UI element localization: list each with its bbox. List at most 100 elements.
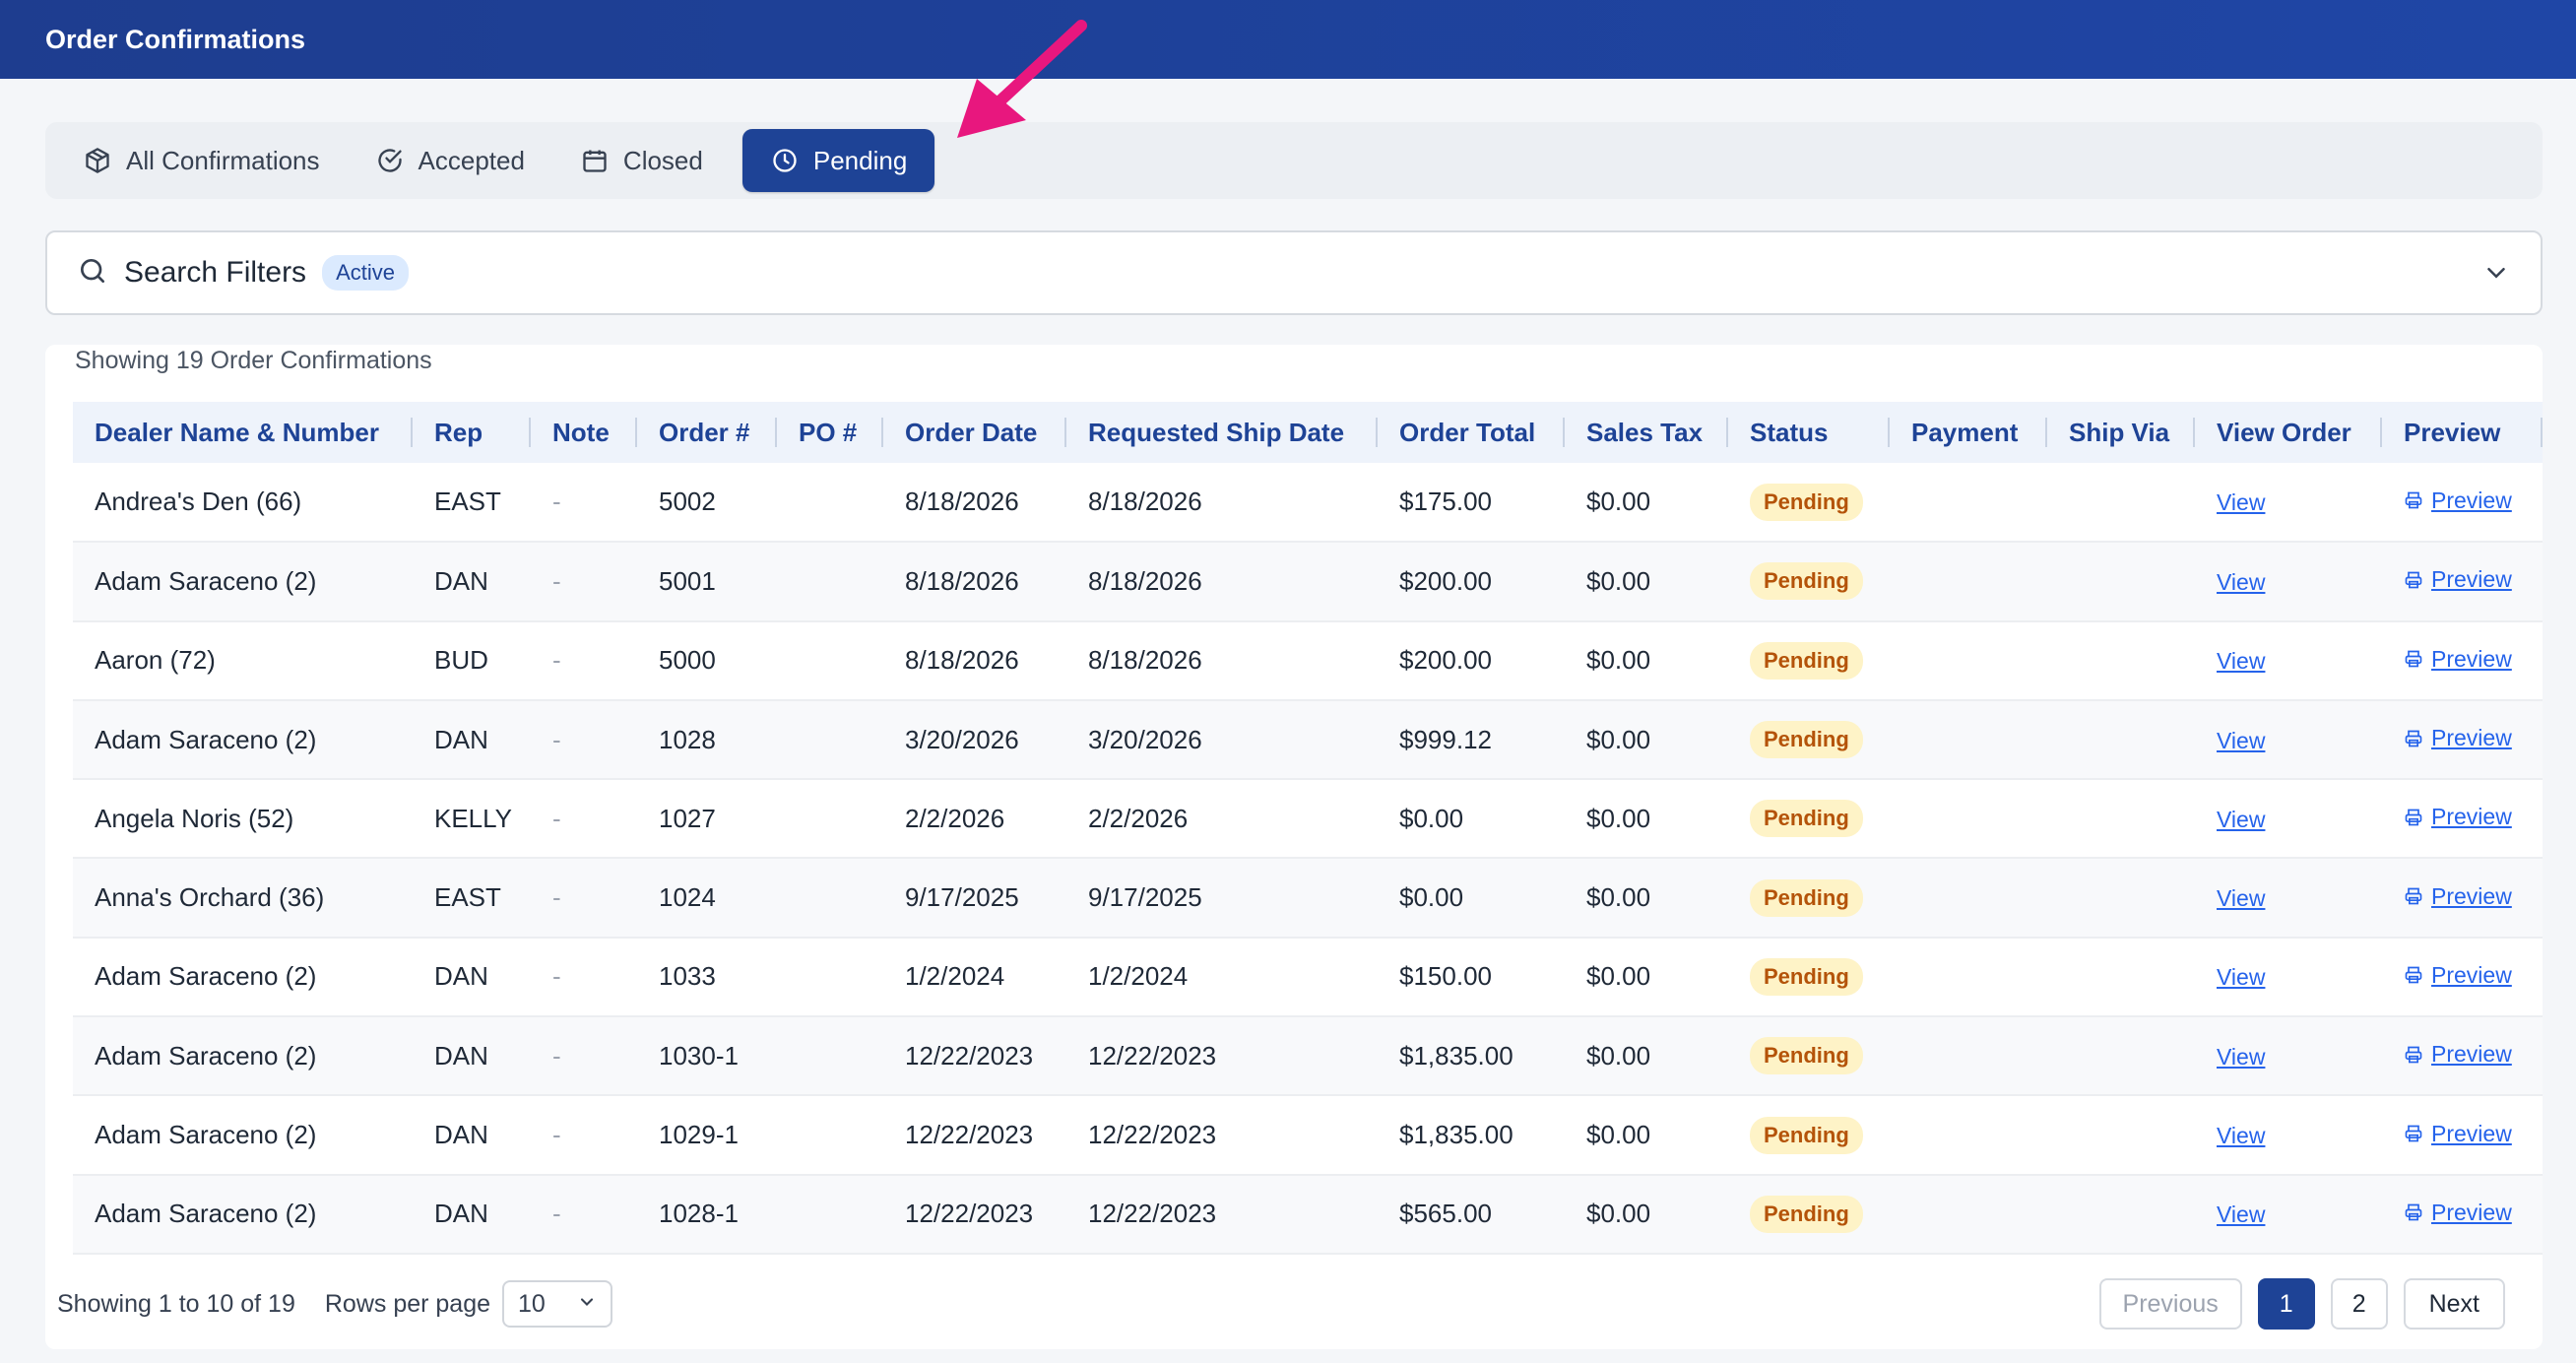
- view-order-link[interactable]: View: [2217, 648, 2265, 674]
- cell-payment: [1890, 463, 2047, 542]
- preview-link[interactable]: Preview: [2404, 646, 2512, 673]
- cell-note: -: [552, 803, 561, 833]
- cell-po: [777, 858, 883, 937]
- cell-rep: DAN: [434, 1040, 488, 1071]
- preview-label: Preview: [2431, 1041, 2512, 1068]
- cell-payment: [1890, 621, 2047, 700]
- preview-link[interactable]: Preview: [2404, 962, 2512, 989]
- cell-order: 5002: [659, 487, 716, 517]
- previous-page-button[interactable]: Previous: [2098, 1278, 2242, 1330]
- status-badge: Pending: [1750, 957, 1863, 996]
- results-card: Showing 19 Order Confirmations Dealer Na…: [45, 345, 2543, 1349]
- preview-link[interactable]: Preview: [2404, 883, 2512, 910]
- cell-order: 1029-1: [659, 1120, 739, 1150]
- filters-title: Search Filters: [124, 256, 307, 289]
- view-order-link[interactable]: View: [2217, 807, 2265, 832]
- page-1-button[interactable]: 1: [2257, 1278, 2315, 1330]
- cell-total: $1,835.00: [1399, 1120, 1513, 1150]
- cell-order: 5000: [659, 645, 716, 676]
- cell-ship-date: 12/22/2023: [1088, 1120, 1217, 1150]
- col-header-ship-via[interactable]: Ship Via: [2047, 402, 2195, 463]
- view-order-link[interactable]: View: [2217, 885, 2265, 911]
- cell-payment: [1890, 1016, 2047, 1095]
- printer-icon: [2405, 571, 2422, 589]
- cell-ship-via: [2047, 542, 2195, 620]
- col-header-sales-tax[interactable]: Sales Tax: [1565, 402, 1728, 463]
- col-header-order-date[interactable]: Order Date: [883, 402, 1066, 463]
- view-order-link[interactable]: View: [2217, 728, 2265, 753]
- col-header-order-total[interactable]: Order Total: [1378, 402, 1565, 463]
- cell-ship-date: 12/22/2023: [1088, 1199, 1217, 1229]
- preview-link[interactable]: Preview: [2404, 487, 2512, 514]
- preview-link[interactable]: Preview: [2404, 725, 2512, 751]
- cell-status: Pending: [1728, 1095, 1890, 1174]
- preview-link[interactable]: Preview: [2404, 804, 2512, 830]
- cell-preview: Preview: [2382, 463, 2543, 542]
- col-header-po-number[interactable]: PO #: [777, 402, 883, 463]
- cell-rep: EAST: [434, 487, 501, 517]
- cell-status: Pending: [1728, 542, 1890, 620]
- col-header-dealer[interactable]: Dealer Name & Number: [73, 402, 413, 463]
- cell-ship-via: [2047, 621, 2195, 700]
- annotation-arrow-icon: [957, 20, 1087, 138]
- col-header-view-order[interactable]: View Order: [2195, 402, 2382, 463]
- cell-total: $200.00: [1399, 645, 1492, 676]
- tab-closed[interactable]: Closed: [552, 129, 731, 192]
- cell-dealer: Adam Saraceno (2): [95, 961, 317, 992]
- table-row: Adam Saraceno (2) DAN - 1028-1 12/22/2023 12/…: [73, 1174, 2543, 1254]
- cell-payment: [1890, 700, 2047, 779]
- col-header-preview[interactable]: Preview: [2382, 402, 2543, 463]
- cell-preview: Preview: [2382, 858, 2543, 937]
- cell-ship-via: [2047, 779, 2195, 858]
- rows-per-page-select[interactable]: 10: [502, 1280, 613, 1328]
- cell-tax: $0.00: [1586, 565, 1651, 596]
- preview-link[interactable]: Preview: [2404, 1121, 2512, 1147]
- cell-po: [777, 700, 883, 779]
- cell-order-date: 3/20/2026: [905, 724, 1019, 754]
- cell-ship-date: 1/2/2024: [1088, 961, 1189, 992]
- search-filters-toggle[interactable]: Search Filters Active: [45, 230, 2543, 315]
- view-order-link[interactable]: View: [2217, 1123, 2265, 1148]
- check-circle-icon: [375, 146, 405, 175]
- view-order-link[interactable]: View: [2217, 569, 2265, 595]
- cell-preview: Preview: [2382, 1175, 2543, 1254]
- cell-tax: $0.00: [1586, 645, 1651, 676]
- tab-pending[interactable]: Pending: [741, 129, 935, 192]
- rows-per-page-value: 10: [518, 1289, 546, 1318]
- cell-payment: [1890, 1095, 2047, 1174]
- col-header-status[interactable]: Status: [1728, 402, 1890, 463]
- cell-total: $0.00: [1399, 803, 1464, 833]
- cell-ship-date: 2/2/2026: [1088, 803, 1189, 833]
- cell-tax: $0.00: [1586, 1199, 1651, 1229]
- col-header-note[interactable]: Note: [531, 402, 637, 463]
- status-badge: Pending: [1750, 1116, 1863, 1154]
- tab-accepted[interactable]: Accepted: [348, 129, 552, 192]
- pagination-info: Showing 1 to 10 of 19 Rows per page 10: [57, 1280, 613, 1328]
- cell-order-date: 8/18/2026: [905, 645, 1019, 676]
- tab-all-confirmations[interactable]: All Confirmations: [55, 129, 348, 192]
- cell-total: $150.00: [1399, 961, 1492, 992]
- view-order-link[interactable]: View: [2217, 1044, 2265, 1070]
- view-order-link[interactable]: View: [2217, 489, 2265, 515]
- col-header-order-number[interactable]: Order #: [637, 402, 777, 463]
- view-order-link[interactable]: View: [2217, 1201, 2265, 1227]
- printer-icon: [2405, 1125, 2422, 1142]
- col-header-ship-date[interactable]: Requested Ship Date: [1066, 402, 1378, 463]
- next-page-button[interactable]: Next: [2403, 1278, 2505, 1330]
- showing-range: Showing 1 to 10 of 19: [57, 1289, 295, 1318]
- col-header-payment[interactable]: Payment: [1890, 402, 2047, 463]
- col-header-rep[interactable]: Rep: [413, 402, 531, 463]
- preview-link[interactable]: Preview: [2404, 1041, 2512, 1068]
- cell-status: Pending: [1728, 463, 1890, 542]
- tab-label: All Confirmations: [126, 145, 320, 175]
- preview-link[interactable]: Preview: [2404, 1200, 2512, 1226]
- page-2-button[interactable]: 2: [2330, 1278, 2388, 1330]
- cell-view: View: [2195, 1095, 2382, 1174]
- chevron-down-icon[interactable]: [2481, 258, 2511, 292]
- cell-total: $565.00: [1399, 1199, 1492, 1229]
- cell-dealer: Angela Noris (52): [95, 803, 294, 833]
- preview-link[interactable]: Preview: [2404, 566, 2512, 593]
- cell-ship-via: [2047, 463, 2195, 542]
- cell-total: $1,835.00: [1399, 1040, 1513, 1071]
- view-order-link[interactable]: View: [2217, 964, 2265, 990]
